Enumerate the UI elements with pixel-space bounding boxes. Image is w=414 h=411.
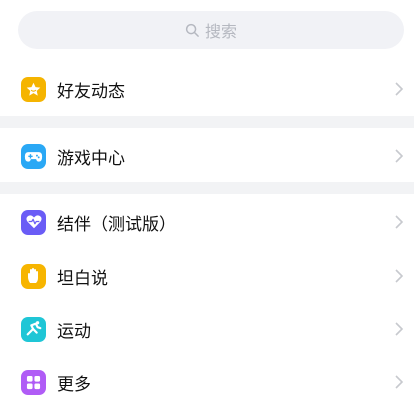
menu-item-label: 好友动态 bbox=[57, 81, 125, 102]
chevron-right-icon bbox=[395, 322, 404, 336]
menu-item-partner-beta[interactable]: 结伴（测试版） bbox=[0, 197, 414, 247]
chevron-right-icon bbox=[395, 269, 404, 283]
search-icon bbox=[185, 23, 199, 37]
search-placeholder: 搜索 bbox=[204, 22, 237, 41]
grid-icon bbox=[21, 369, 46, 395]
menu-item-label: 运动 bbox=[57, 321, 91, 342]
chevron-right-icon bbox=[395, 215, 404, 229]
star-icon bbox=[21, 76, 46, 102]
chevron-right-icon bbox=[395, 82, 404, 96]
menu-item-game-center[interactable]: 游戏中心 bbox=[0, 131, 414, 181]
menu-item-sports[interactable]: 运动 bbox=[0, 304, 414, 354]
section-divider bbox=[0, 182, 414, 194]
chevron-right-icon bbox=[395, 375, 404, 389]
heart-pulse-icon bbox=[21, 209, 46, 235]
search-bar[interactable]: 搜索 bbox=[18, 11, 404, 49]
menu-item-label: 结伴（测试版） bbox=[57, 214, 176, 235]
menu-item-more[interactable]: 更多 bbox=[0, 357, 414, 407]
menu-item-label: 游戏中心 bbox=[57, 148, 125, 169]
hand-icon bbox=[21, 263, 46, 289]
menu-item-label: 更多 bbox=[57, 374, 91, 395]
menu-item-confession[interactable]: 坦白说 bbox=[0, 251, 414, 301]
chevron-right-icon bbox=[395, 149, 404, 163]
gamepad-icon bbox=[21, 143, 46, 169]
menu-item-friend-feed[interactable]: 好友动态 bbox=[0, 64, 414, 114]
section-divider bbox=[0, 116, 414, 128]
run-icon bbox=[21, 316, 46, 342]
menu-item-label: 坦白说 bbox=[57, 268, 108, 289]
